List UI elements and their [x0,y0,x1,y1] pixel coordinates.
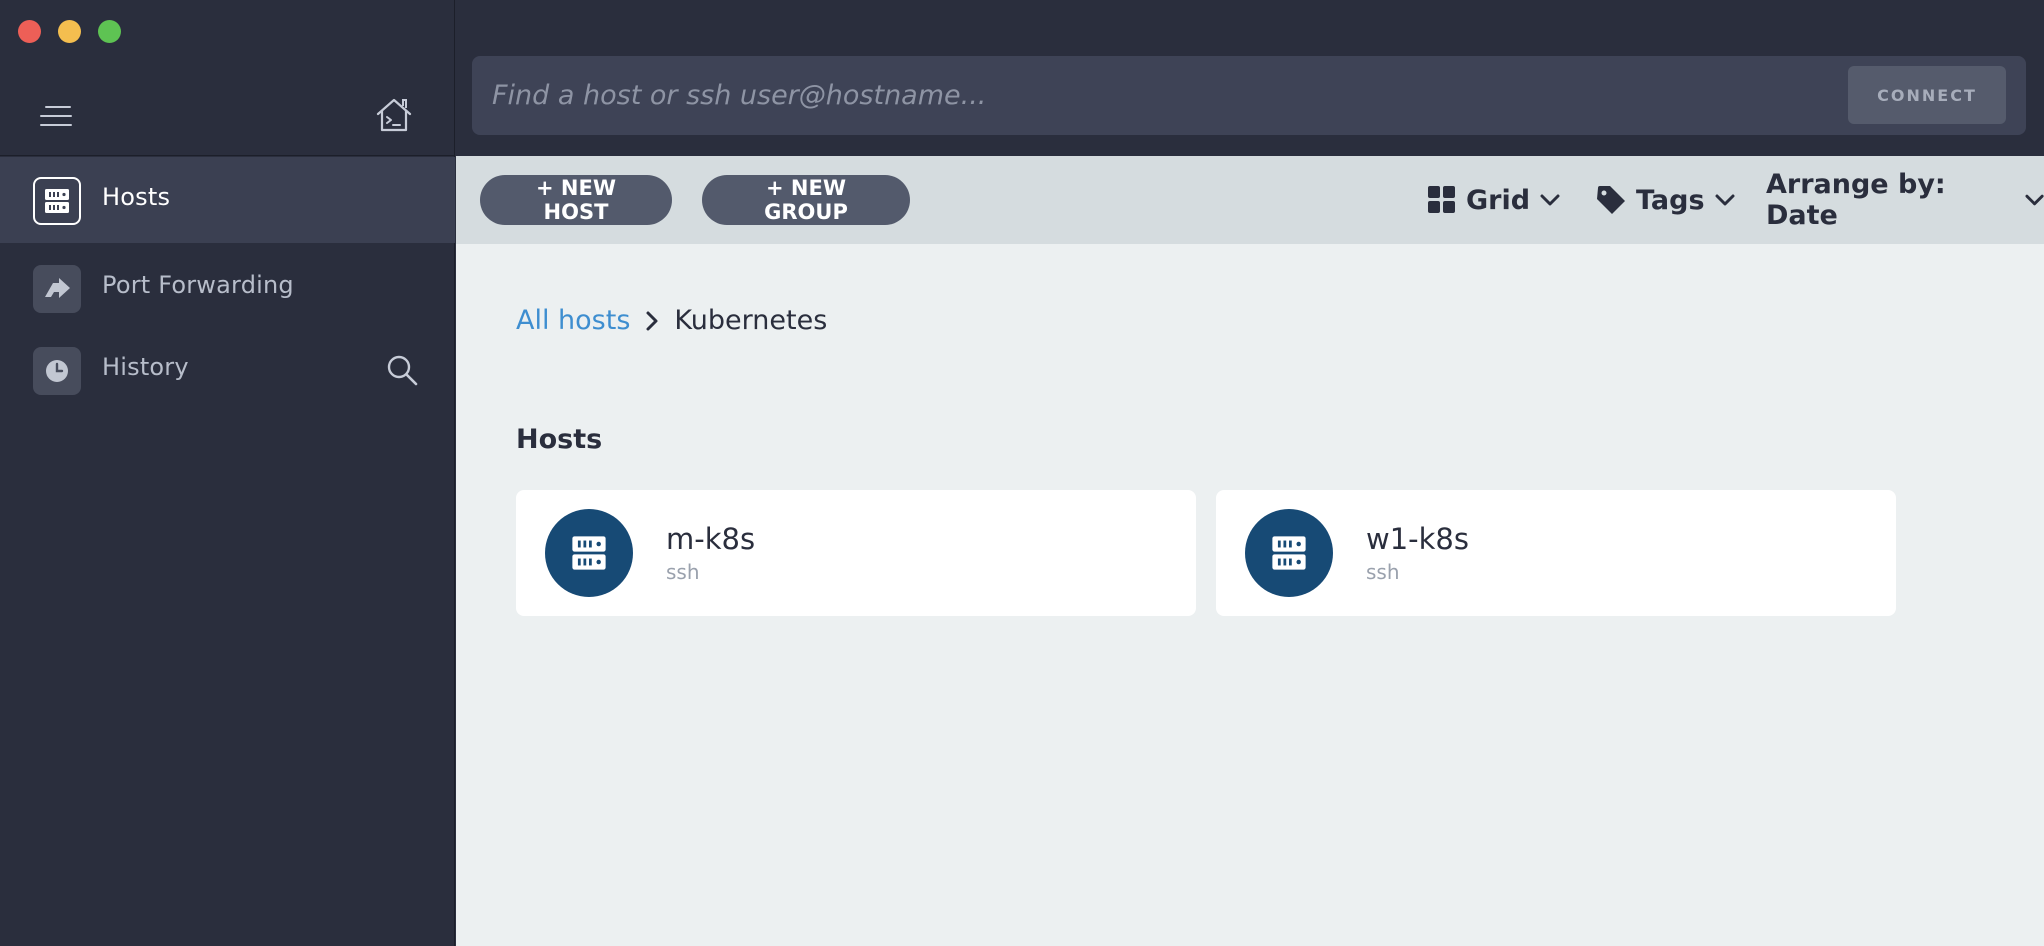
home-terminal-icon[interactable] [374,96,414,134]
quick-connect-bar: CONNECT [472,56,2026,135]
chevron-down-icon [1540,194,1560,206]
tags-label: Tags [1636,184,1705,216]
new-group-button[interactable]: + NEW GROUP [702,175,910,225]
window-minimize-button[interactable] [58,20,81,43]
section-title: Hosts [516,424,603,455]
sidebar-item-label: Hosts [102,183,171,211]
host-protocol: ssh [666,560,700,584]
clock-icon [33,347,81,395]
toolbar: + NEW HOST + NEW GROUP Grid Tags Arrange… [456,156,2044,244]
sidebar-item-hosts[interactable]: Hosts [0,157,455,243]
window-close-button[interactable] [18,20,41,43]
sidebar-item-history[interactable]: History [0,327,455,413]
arrange-by-dropdown[interactable]: Arrange by: Date [1766,169,2044,231]
grid-icon [1428,186,1455,213]
host-protocol: ssh [1366,560,1400,584]
sidebar-divider [0,155,455,156]
breadcrumb-all-hosts-link[interactable]: All hosts [516,305,630,336]
server-icon [545,509,633,597]
chevron-down-icon [2025,194,2044,206]
search-icon[interactable] [385,353,419,387]
tags-dropdown[interactable]: Tags [1596,182,1735,218]
server-icon [1245,509,1333,597]
forward-arrow-icon [33,265,81,313]
host-name: w1-k8s [1366,522,1469,556]
view-mode-dropdown[interactable]: Grid [1428,182,1560,218]
view-mode-label: Grid [1466,184,1531,216]
main-content: CONNECT + NEW HOST + NEW GROUP Grid Tags [456,0,2044,946]
breadcrumb-current: Kubernetes [674,305,828,336]
breadcrumb: All hosts Kubernetes [516,305,827,336]
host-name: m-k8s [666,522,756,556]
sidebar: Hosts Port Forwarding History [0,0,455,946]
top-bar: CONNECT [456,0,2044,156]
chevron-down-icon [1715,194,1735,206]
host-card[interactable]: w1-k8s ssh [1216,490,1896,616]
tag-icon [1597,186,1625,214]
connect-button[interactable]: CONNECT [1848,66,2006,124]
sidebar-item-label: Port Forwarding [102,271,294,299]
server-icon [33,177,81,225]
window-zoom-button[interactable] [98,20,121,43]
host-card[interactable]: m-k8s ssh [516,490,1196,616]
arrange-by-label: Arrange by: Date [1766,169,1946,231]
chevron-right-icon [646,311,658,330]
menu-icon[interactable] [40,102,78,130]
host-search-input[interactable] [492,56,1792,135]
sidebar-item-port-forwarding[interactable]: Port Forwarding [0,245,455,331]
sidebar-item-label: History [102,353,189,381]
new-host-button[interactable]: + NEW HOST [480,175,672,225]
